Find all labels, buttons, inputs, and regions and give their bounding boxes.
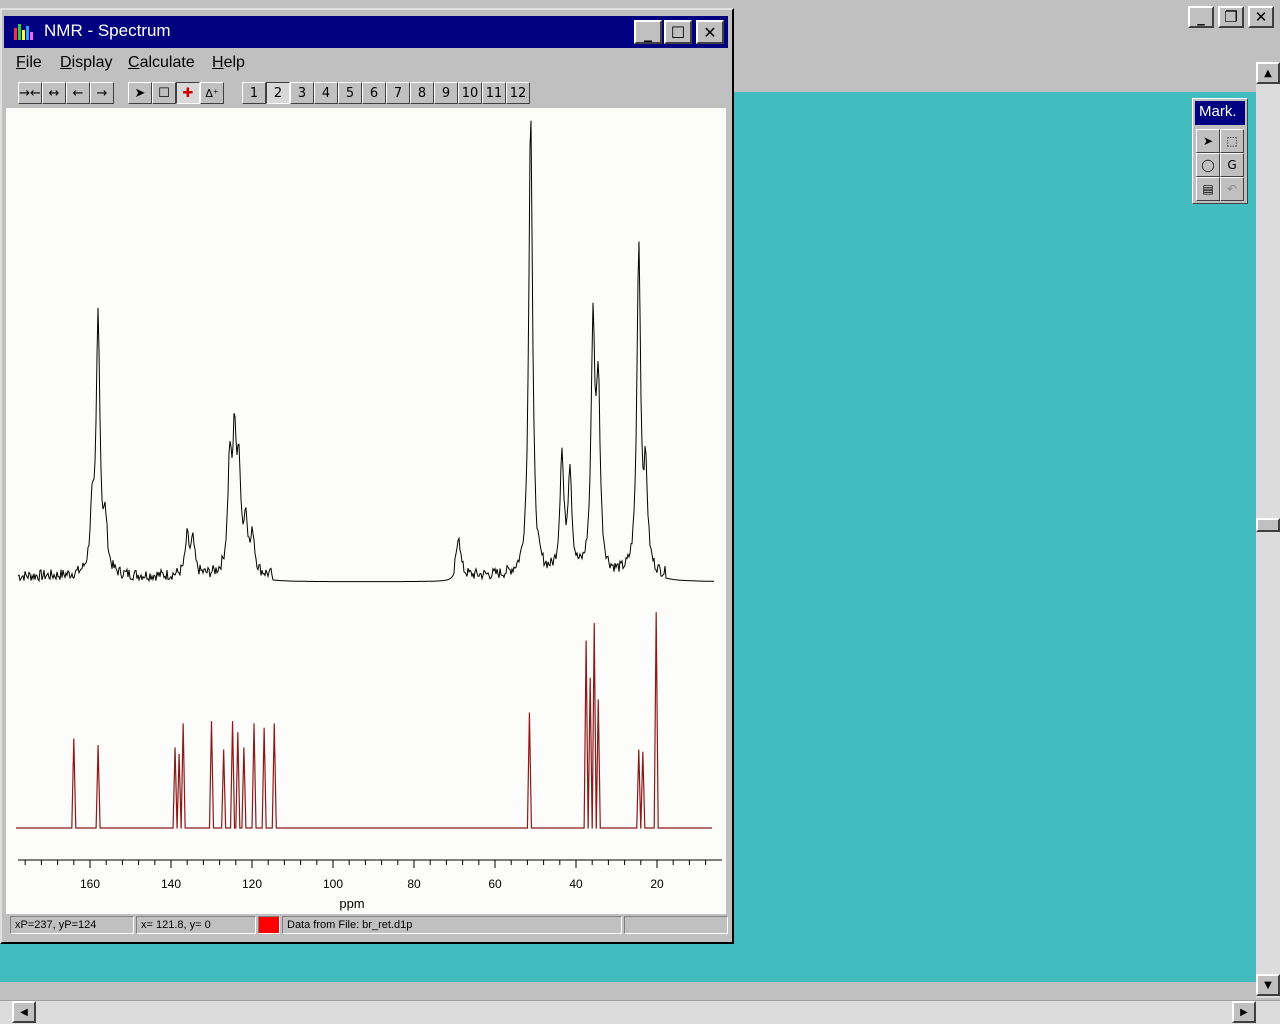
- undo-select-icon[interactable]: ↶: [1220, 177, 1244, 201]
- page-button-12[interactable]: 12: [506, 82, 530, 104]
- x-tick-label: 20: [650, 877, 664, 891]
- nmr-spectrum-chart: 160 140 120 100 80 60 40 20 ppm: [16, 120, 722, 911]
- calculated-spectrum-line: [16, 612, 712, 829]
- page-button-1[interactable]: 1: [242, 82, 266, 104]
- page-button-9[interactable]: 9: [434, 82, 458, 104]
- scroll-down-icon[interactable]: ▼: [1256, 974, 1280, 996]
- select-arrow-icon[interactable]: ➤: [1196, 129, 1220, 153]
- mark-palette-title[interactable]: Mark.: [1195, 101, 1245, 125]
- scroll-thumb[interactable]: [1256, 518, 1280, 532]
- scale-icon[interactable]: ✚: [176, 82, 200, 104]
- page-button-3[interactable]: 3: [290, 82, 314, 104]
- page-button-11[interactable]: 11: [482, 82, 506, 104]
- lasso-select-icon[interactable]: ◯: [1196, 153, 1220, 177]
- zoom-box-icon[interactable]: ☐: [152, 82, 176, 104]
- list-select-icon[interactable]: ▤: [1196, 177, 1220, 201]
- scroll-left-button[interactable]: ←: [66, 82, 90, 104]
- status-pixel-position: xP=237, yP=124: [10, 916, 134, 934]
- nmr-minimize-icon[interactable]: _: [634, 20, 662, 44]
- status-data-file: Data from File: br_ret.d1p: [282, 916, 622, 934]
- experimental-spectrum-line: [17, 120, 714, 583]
- x-tick-label: 140: [161, 877, 181, 891]
- pointer-icon[interactable]: ➤: [128, 82, 152, 104]
- scroll-left-icon[interactable]: ◀: [12, 1001, 36, 1023]
- scroll-right-button[interactable]: →: [90, 82, 114, 104]
- nmr-statusbar: xP=237, yP=124 x= 121.8, y= 0 Data from …: [10, 916, 728, 936]
- scroll-right-icon[interactable]: ▶: [1232, 1001, 1256, 1023]
- menu-display[interactable]: Display: [60, 54, 112, 72]
- x-axis-tick-labels: 160 140 120 100 80 60 40 20: [80, 877, 664, 891]
- nmr-toolbar: →← ↔ ← → ➤ ☐ ✚ Δ⁺ 1 2 3 4 5 6 7 8 9 10 1…: [4, 80, 728, 108]
- x-tick-label: 80: [407, 877, 421, 891]
- nmr-app-icon: [12, 22, 38, 42]
- page-button-5[interactable]: 5: [338, 82, 362, 104]
- nmr-menubar: File Display Calculate Help: [4, 52, 728, 76]
- mark-palette: Mark. ➤ ⬚ ◯ G ▤ ↶: [1192, 98, 1248, 204]
- x-tick-label: 160: [80, 877, 100, 891]
- status-color-swatch: [258, 916, 280, 934]
- restore-icon[interactable]: ❐: [1218, 6, 1244, 28]
- scroll-up-icon[interactable]: ▲: [1256, 62, 1280, 84]
- x-axis-label: ppm: [339, 896, 364, 911]
- group-select-icon[interactable]: G: [1220, 153, 1244, 177]
- page-button-10[interactable]: 10: [458, 82, 482, 104]
- box-select-icon[interactable]: ⬚: [1220, 129, 1244, 153]
- page-button-4[interactable]: 4: [314, 82, 338, 104]
- status-empty-panel: [624, 916, 728, 934]
- spectrum-plot-area[interactable]: 160 140 120 100 80 60 40 20 ppm: [6, 108, 726, 914]
- menu-calculate[interactable]: Calculate: [128, 54, 195, 72]
- page-button-8[interactable]: 8: [410, 82, 434, 104]
- nmr-maximize-icon[interactable]: ☐: [664, 20, 692, 44]
- page-button-2[interactable]: 2: [266, 82, 290, 104]
- x-tick-label: 100: [323, 877, 343, 891]
- x-tick-label: 40: [569, 877, 583, 891]
- menu-help[interactable]: Help: [212, 54, 245, 72]
- horizontal-scrollbar[interactable]: ◀ ▶: [0, 1000, 1280, 1024]
- close-icon[interactable]: ✕: [1248, 6, 1274, 28]
- minimize-icon[interactable]: _: [1188, 6, 1214, 28]
- x-axis-ticks: [24, 860, 707, 868]
- x-tick-label: 60: [488, 877, 502, 891]
- page-button-7[interactable]: 7: [386, 82, 410, 104]
- page-button-6[interactable]: 6: [362, 82, 386, 104]
- zoom-in-button[interactable]: →←: [18, 82, 42, 104]
- nmr-titlebar[interactable]: NMR - Spectrum _ ☐ ✕: [4, 16, 728, 48]
- status-coordinates: x= 121.8, y= 0: [136, 916, 256, 934]
- vertical-scrollbar[interactable]: ▲ ▼: [1256, 62, 1280, 998]
- delta-icon[interactable]: Δ⁺: [200, 82, 224, 104]
- nmr-window-title: NMR - Spectrum: [44, 21, 171, 40]
- zoom-out-button[interactable]: ↔: [42, 82, 66, 104]
- x-tick-label: 120: [242, 877, 262, 891]
- nmr-spectrum-window: NMR - Spectrum _ ☐ ✕ File Display Calcul…: [0, 8, 734, 944]
- menu-file[interactable]: File: [16, 54, 42, 72]
- nmr-close-icon[interactable]: ✕: [696, 20, 724, 44]
